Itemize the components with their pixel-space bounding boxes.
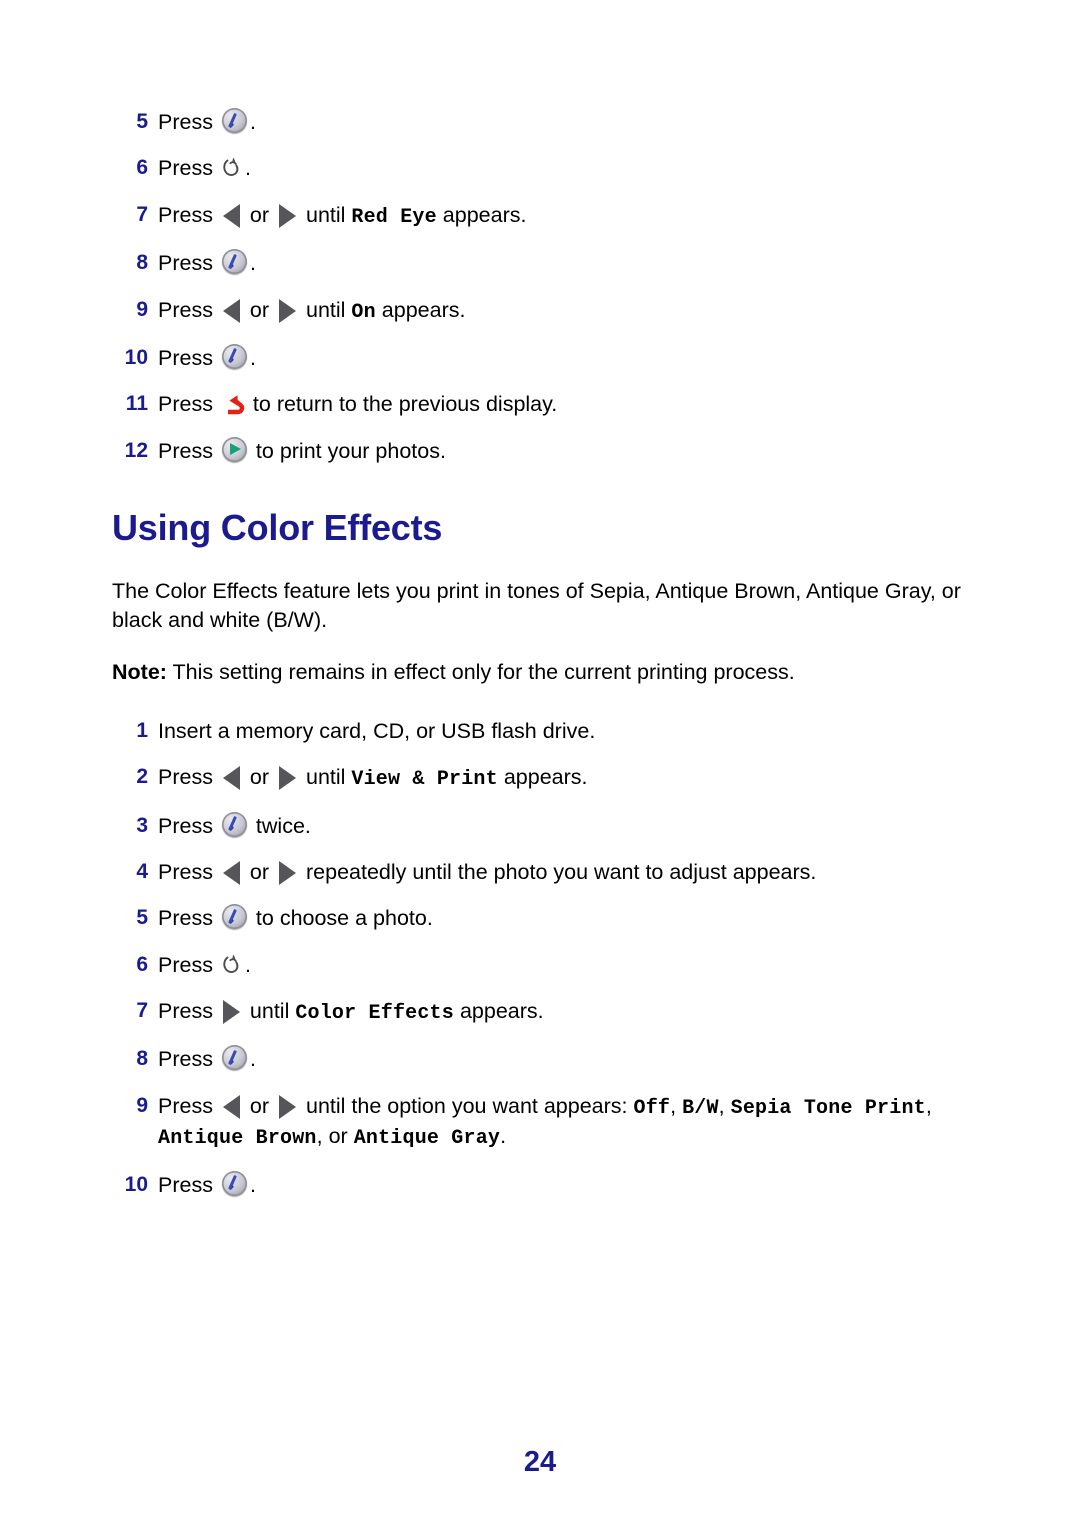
step-text: Press to choose a photo. bbox=[158, 904, 433, 931]
step-number: 9 bbox=[136, 1093, 148, 1117]
step-text: Press . bbox=[158, 249, 256, 276]
red-eye-step-list: 5 Press . 6 Press . 7 Press or until Red Eye … bbox=[112, 108, 980, 465]
step-number: 8 bbox=[136, 251, 148, 275]
select-ok-icon bbox=[221, 1045, 247, 1071]
step-text: Press . bbox=[158, 1170, 256, 1197]
list-item: 10 Press . bbox=[112, 1170, 980, 1199]
step-number: 3 bbox=[136, 813, 148, 837]
list-item: 10 Press . bbox=[112, 343, 980, 372]
display-literal: On bbox=[351, 300, 376, 324]
display-literal: Antique Brown bbox=[158, 1127, 317, 1151]
back-return-icon bbox=[221, 392, 245, 416]
step-number: 5 bbox=[136, 906, 148, 930]
step-text: Press or until On appears. bbox=[158, 297, 466, 324]
start-print-icon bbox=[221, 436, 247, 462]
step-number: 12 bbox=[124, 438, 148, 462]
step-number: 10 bbox=[124, 345, 148, 369]
step-text: Press or repeatedly until the photo you … bbox=[158, 859, 817, 885]
color-effects-step-list: 1 Insert a memory card, CD, or USB flash … bbox=[112, 717, 980, 1199]
display-literal: Off bbox=[633, 1096, 671, 1120]
display-literal: Red Eye bbox=[351, 205, 437, 229]
step-number: 7 bbox=[136, 202, 148, 226]
step-text: Press until Color Effects appears. bbox=[158, 999, 544, 1026]
list-item: 7 Press or until Red Eye appears. bbox=[112, 201, 980, 231]
menu-icon bbox=[221, 155, 243, 179]
arrow-left-icon bbox=[222, 298, 240, 323]
step-text: Press or until the option you want appea… bbox=[158, 1093, 932, 1151]
step-number: 11 bbox=[125, 392, 148, 416]
arrow-left-icon bbox=[222, 766, 240, 791]
arrow-right-icon bbox=[279, 298, 297, 323]
step-text: Press . bbox=[158, 952, 251, 977]
step-number: 5 bbox=[136, 110, 148, 133]
select-ok-icon bbox=[221, 343, 247, 369]
step-number: 8 bbox=[136, 1047, 148, 1071]
arrow-right-icon bbox=[279, 766, 297, 791]
arrow-right-icon bbox=[279, 860, 297, 885]
step-number: 4 bbox=[136, 859, 148, 883]
list-item: 5 Press . bbox=[112, 108, 980, 136]
note-text: This setting remains in effect only for … bbox=[172, 660, 795, 685]
arrow-right-icon bbox=[279, 203, 297, 228]
step-text: Press . bbox=[158, 343, 256, 370]
select-ok-icon bbox=[221, 1170, 247, 1196]
step-text: Press . bbox=[158, 108, 256, 134]
list-item: 7 Press until Color Effects appears. bbox=[112, 997, 980, 1027]
list-item: 8 Press . bbox=[112, 249, 980, 277]
step-text: Press twice. bbox=[158, 811, 311, 838]
arrow-left-icon bbox=[222, 1094, 240, 1119]
step-text: Insert a memory card, CD, or USB flash d… bbox=[158, 718, 596, 743]
display-literal: Sepia Tone Print bbox=[730, 1096, 926, 1120]
step-number: 6 bbox=[136, 952, 148, 976]
menu-icon bbox=[221, 952, 243, 976]
list-item: 6 Press . bbox=[112, 154, 980, 182]
step-text: Press to return to the previous display. bbox=[158, 392, 558, 417]
select-ok-icon bbox=[221, 904, 247, 930]
step-number: 2 bbox=[136, 765, 148, 789]
display-literal: View & Print bbox=[351, 768, 498, 792]
select-ok-icon bbox=[221, 249, 247, 275]
step-number: 10 bbox=[124, 1172, 148, 1196]
list-item: 6 Press . bbox=[112, 951, 980, 979]
step-text: Press . bbox=[158, 155, 251, 181]
arrow-right-icon bbox=[279, 1094, 297, 1119]
list-item: 9 Press or until On appears. bbox=[112, 296, 980, 326]
display-literal: Color Effects bbox=[295, 1002, 454, 1026]
step-text: Press to print your photos. bbox=[158, 436, 446, 463]
display-literal: B/W bbox=[682, 1096, 719, 1120]
arrow-right-icon bbox=[222, 1000, 240, 1025]
list-item: 1 Insert a memory card, CD, or USB flash … bbox=[112, 717, 980, 745]
list-item: 12 Press to print your photos. bbox=[112, 436, 980, 465]
list-item: 11 Press to return to the previous displa… bbox=[112, 390, 980, 418]
list-item: 8 Press . bbox=[112, 1045, 980, 1073]
select-ok-icon bbox=[221, 811, 247, 837]
page-number: 24 bbox=[523, 1446, 557, 1478]
arrow-left-icon bbox=[222, 203, 240, 228]
display-literal: Antique Gray bbox=[353, 1127, 501, 1151]
step-number: 7 bbox=[136, 999, 148, 1023]
note-label: Note: bbox=[112, 660, 167, 685]
arrow-left-icon bbox=[222, 860, 240, 885]
select-ok-icon bbox=[221, 108, 247, 133]
note-paragraph: Note: This setting remains in effect onl… bbox=[112, 658, 980, 687]
document-page: 5 Press . 6 Press . 7 Press or until Red Eye … bbox=[0, 0, 1080, 1532]
step-number: 9 bbox=[136, 297, 148, 321]
page-title: Using Color Effects bbox=[112, 507, 443, 549]
list-item: 3 Press twice. bbox=[112, 811, 980, 840]
page-content: 5 Press . 6 Press . 7 Press or until Red Eye … bbox=[112, 108, 980, 1199]
step-text: Press or until View & Print appears. bbox=[158, 765, 588, 792]
list-item: 4 Press or repeatedly until the photo you… bbox=[112, 858, 980, 886]
list-item: 2 Press or until View & Print appears. bbox=[112, 763, 980, 793]
step-text: Press or until Red Eye appears. bbox=[158, 202, 527, 229]
intro-paragraph: The Color Effects feature lets you print… bbox=[112, 579, 961, 632]
step-number: 6 bbox=[136, 156, 148, 180]
list-item: 9 Press or until the option you want appe… bbox=[112, 1092, 980, 1153]
step-text: Press . bbox=[158, 1045, 256, 1072]
step-number: 1 bbox=[136, 718, 148, 742]
list-item: 5 Press to choose a photo. bbox=[112, 904, 980, 932]
